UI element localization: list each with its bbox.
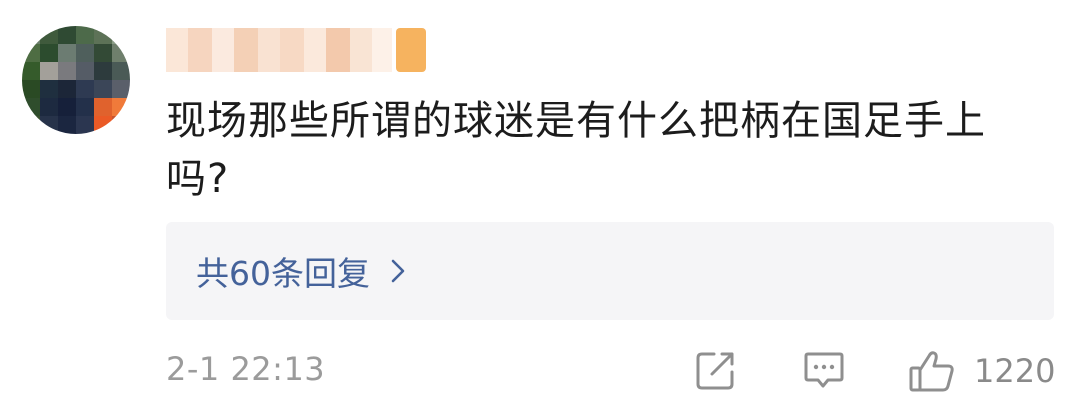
reply-count-label: 共60条回复 bbox=[196, 254, 370, 293]
like-button[interactable]: 1220 bbox=[908, 348, 1055, 394]
view-replies-link[interactable]: 共60条回复 bbox=[196, 247, 406, 295]
share-button[interactable] bbox=[694, 348, 738, 392]
share-icon bbox=[694, 348, 738, 392]
thumbs-up-icon bbox=[908, 348, 956, 394]
avatar[interactable] bbox=[22, 26, 130, 134]
like-count: 1220 bbox=[974, 352, 1056, 390]
comment-timestamp: 2-1 22:13 bbox=[166, 350, 326, 388]
chevron-right-icon bbox=[390, 258, 406, 284]
comment-button[interactable] bbox=[802, 348, 846, 392]
reply-box: 共60条回复 bbox=[166, 222, 1054, 320]
comment-icon bbox=[802, 348, 846, 392]
username-blurred[interactable] bbox=[166, 28, 436, 72]
comment-text: 现场那些所谓的球迷是有什么把柄在国足手上吗? bbox=[166, 98, 986, 202]
